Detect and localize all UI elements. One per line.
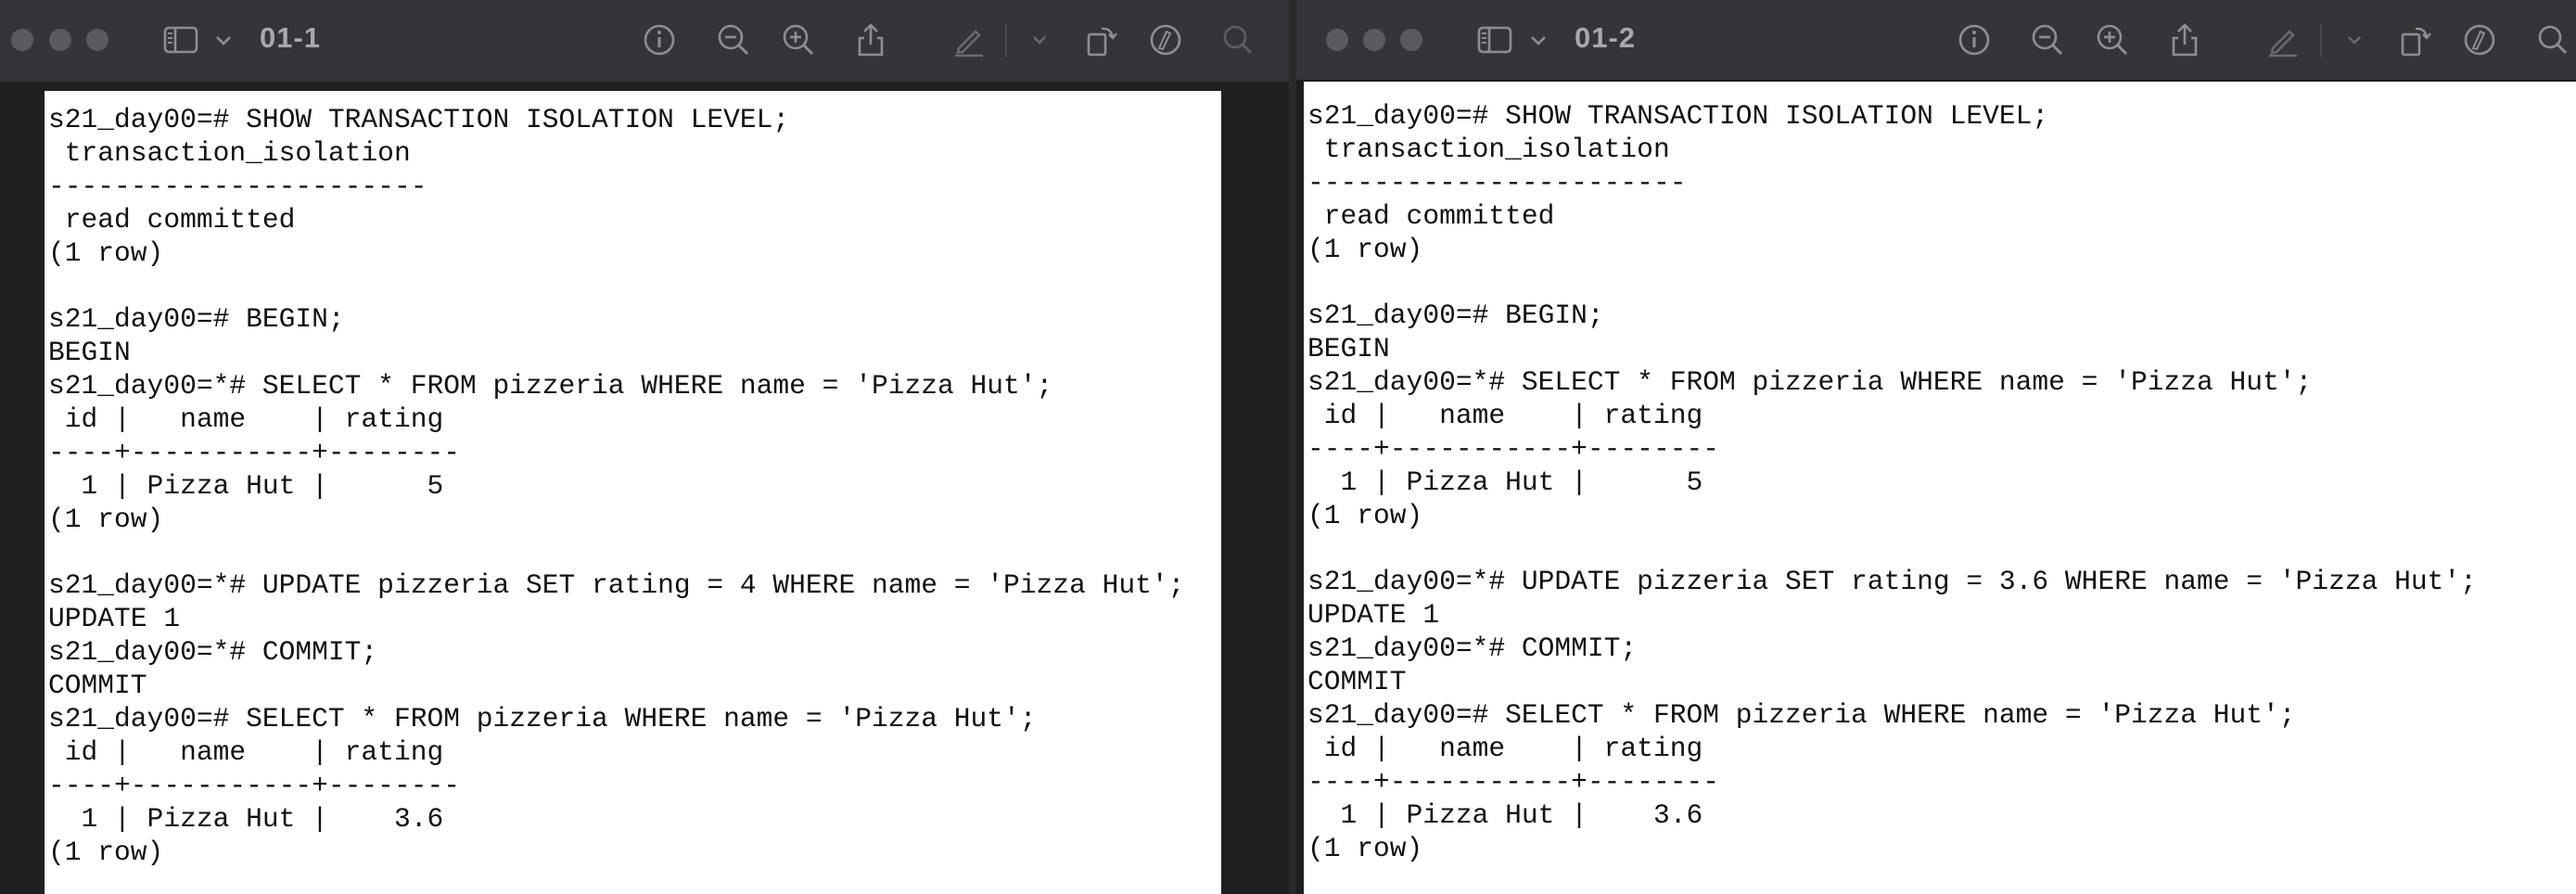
markup-circle-icon[interactable]: [1146, 20, 1185, 59]
terminal-line: s21_day00=*# COMMIT;: [48, 636, 378, 669]
minimize-window-button[interactable]: [1363, 29, 1385, 51]
terminal-line: transaction_isolation: [48, 136, 411, 169]
terminal-line: id | name | rating: [1307, 732, 1703, 764]
terminal-line: UPDATE 1: [1307, 599, 1440, 632]
terminal-line: s21_day00=# BEGIN;: [48, 303, 345, 336]
terminal-line: s21_day00=*# UPDATE pizzeria SET rating …: [1307, 566, 2477, 598]
markup-pen-icon[interactable]: [2264, 20, 2302, 59]
terminal-line: COMMIT: [1307, 666, 1407, 698]
zoom-out-icon[interactable]: [2028, 20, 2067, 59]
document-page: s21_day00=# SHOW TRANSACTION ISOLATION L…: [1304, 82, 2576, 894]
terminal-line: (1 row): [1307, 499, 1423, 531]
chevron-down-icon[interactable]: [1020, 20, 1046, 59]
terminal-line: UPDATE 1: [48, 603, 181, 635]
close-window-button[interactable]: [11, 29, 33, 51]
terminal-line: s21_day00=# SELECT * FROM pizzeria WHERE…: [1307, 699, 2296, 732]
zoom-window-button[interactable]: [86, 29, 108, 51]
terminal-line: COMMIT: [48, 670, 147, 702]
terminal-line: id | name | rating: [48, 403, 444, 436]
terminal-line: 1 | Pizza Hut | 5: [1307, 466, 1703, 498]
rotate-icon[interactable]: [2395, 20, 2434, 59]
terminal-line: ----+-----------+--------: [1307, 765, 1719, 798]
chevron-down-icon[interactable]: [1519, 20, 1546, 59]
sidebar-icon[interactable]: [1475, 20, 1514, 59]
toolbar-separator: [2320, 24, 2322, 57]
terminal-line: s21_day00=*# SELECT * FROM pizzeria WHER…: [48, 370, 1053, 402]
terminal-line: s21_day00=*# SELECT * FROM pizzeria WHER…: [1307, 366, 2313, 399]
document-title: 01-1: [260, 21, 322, 54]
terminal-line: 1 | Pizza Hut | 3.6: [48, 802, 444, 835]
zoom-window-button[interactable]: [1400, 29, 1422, 51]
markup-pen-icon[interactable]: [950, 20, 988, 59]
terminal-output: s21_day00=# SHOW TRANSACTION ISOLATION L…: [1307, 100, 2477, 865]
terminal-line: id | name | rating: [1307, 400, 1703, 432]
search-icon[interactable]: [1218, 20, 1257, 59]
terminal-line: read committed: [1307, 199, 1555, 232]
document-page: s21_day00=# SHOW TRANSACTION ISOLATION L…: [45, 91, 1221, 894]
info-icon[interactable]: [640, 20, 679, 59]
terminal-line: s21_day00=# BEGIN;: [1307, 300, 1604, 332]
terminal-line: ----+-----------+--------: [48, 436, 460, 468]
chevron-down-icon[interactable]: [204, 20, 231, 59]
terminal-line: (1 row): [1307, 233, 1423, 265]
terminal-line: 1 | Pizza Hut | 3.6: [1307, 798, 1703, 831]
terminal-line: read committed: [48, 203, 296, 236]
title-bar: 01-2: [1296, 0, 2576, 80]
zoom-in-icon[interactable]: [2093, 20, 2132, 59]
terminal-line: 1 | Pizza Hut | 5: [48, 469, 444, 502]
terminal-line: BEGIN: [1307, 333, 1390, 365]
terminal-line: s21_day00=*# UPDATE pizzeria SET rating …: [48, 569, 1185, 602]
sidebar-icon[interactable]: [161, 20, 200, 59]
terminal-line: id | name | rating: [48, 735, 444, 768]
rotate-icon[interactable]: [1081, 20, 1120, 59]
terminal-line: (1 row): [48, 236, 164, 269]
markup-circle-icon[interactable]: [2460, 20, 2499, 59]
share-icon[interactable]: [851, 20, 890, 59]
zoom-out-icon[interactable]: [714, 20, 753, 59]
terminal-line: (1 row): [48, 836, 164, 868]
terminal-line: -----------------------: [48, 170, 427, 202]
terminal-line: s21_day00=*# COMMIT;: [1307, 632, 1638, 665]
zoom-in-icon[interactable]: [779, 20, 818, 59]
terminal-line: s21_day00=# SHOW TRANSACTION ISOLATION L…: [1307, 100, 2049, 132]
terminal-line: BEGIN: [48, 337, 131, 369]
terminal-line: transaction_isolation: [1307, 133, 1670, 165]
terminal-output: s21_day00=# SHOW TRANSACTION ISOLATION L…: [48, 104, 1184, 869]
info-icon[interactable]: [1955, 20, 1994, 59]
terminal-line: ----+-----------+--------: [48, 769, 460, 801]
search-icon[interactable]: [2533, 20, 2572, 59]
terminal-line: (1 row): [1307, 832, 1423, 864]
document-title: 01-2: [1575, 21, 1637, 54]
share-icon[interactable]: [2165, 20, 2204, 59]
toolbar-separator: [1005, 24, 1007, 57]
terminal-line: s21_day00=# SELECT * FROM pizzeria WHERE…: [48, 703, 1037, 735]
chevron-down-icon[interactable]: [2335, 20, 2361, 59]
title-bar: 01-1: [0, 0, 1289, 82]
preview-window-left: 01-1 s21_day00=# SHOW TRANSACTION ISOLAT…: [0, 0, 1289, 894]
preview-window-right: 01-2 s21_day00=# SHOW TRANSACTION ISOLAT…: [1296, 0, 2576, 894]
terminal-line: -----------------------: [1307, 166, 1687, 198]
terminal-line: ----+-----------+--------: [1307, 432, 1719, 465]
minimize-window-button[interactable]: [49, 29, 71, 51]
terminal-line: (1 row): [48, 503, 164, 535]
terminal-line: s21_day00=# SHOW TRANSACTION ISOLATION L…: [48, 104, 790, 135]
close-window-button[interactable]: [1326, 29, 1348, 51]
